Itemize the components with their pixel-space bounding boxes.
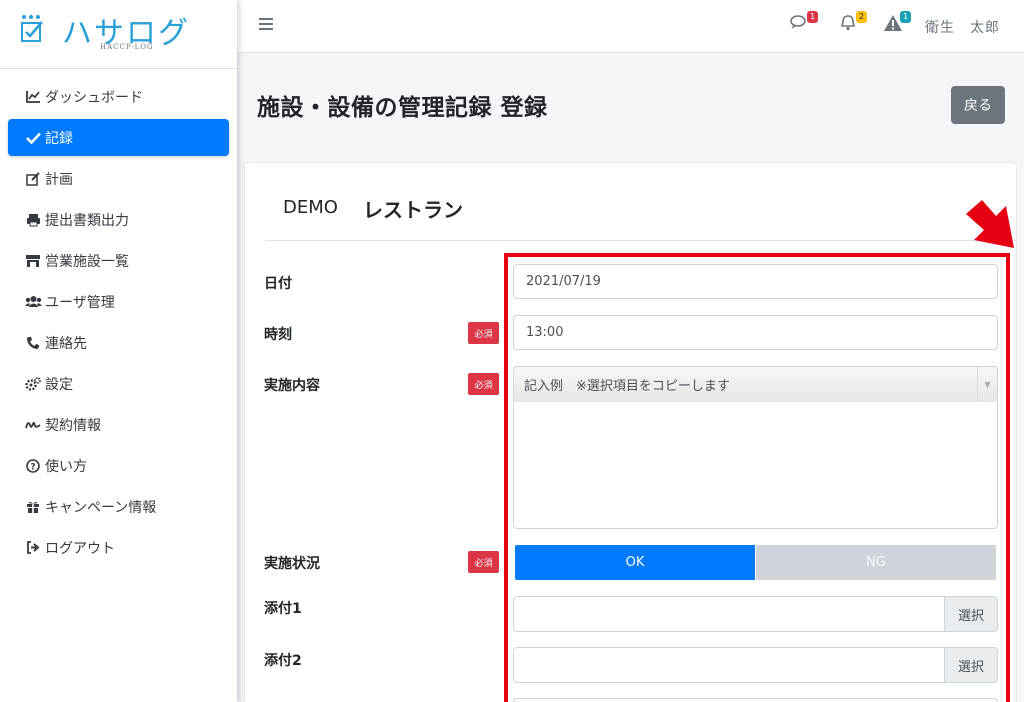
notifications-button[interactable]: 2 (839, 11, 867, 36)
sidebar-item-contacts[interactable]: 連絡先 (8, 324, 229, 361)
sidebar-nav: ダッシュボード 記録 計画 提出書類出力 営業施設一覧 ユーザ管理 連絡先 設定… (0, 69, 237, 566)
sidebar-item-label: 連絡先 (45, 335, 87, 352)
sidebar-item-logout[interactable]: ログアウト (8, 529, 229, 566)
attach1-browse-button[interactable]: 選択 (944, 597, 997, 631)
sidebar-item-label: 計画 (45, 171, 73, 188)
next-field-input[interactable] (513, 698, 998, 702)
sidebar-item-label: ユーザ管理 (45, 294, 115, 311)
logo-icon (21, 15, 43, 42)
sidebar-item-label: ログアウト (45, 540, 115, 557)
facility-code: DEMO (283, 197, 338, 218)
phone-icon (24, 335, 42, 351)
chevron-down-icon: ▼ (977, 367, 997, 402)
user-menu[interactable]: 衛生 太郎 (925, 17, 1000, 37)
question-circle-icon: ? (24, 458, 42, 474)
chart-line-icon (24, 89, 42, 105)
brand-subtitle: HACCP-LOG (100, 43, 154, 51)
bell-icon (840, 15, 856, 31)
sidebar-item-plan[interactable]: 計画 (8, 160, 229, 197)
edit-icon (24, 171, 42, 187)
date-input[interactable]: 2021/07/19 (513, 264, 998, 299)
card-header: DEMO レストラン (265, 163, 1017, 241)
sidebar-item-settings[interactable]: 設定 (8, 365, 229, 402)
brand[interactable]: ハサログ HACCP-LOG (0, 0, 237, 69)
sidebar-item-label: 提出書類出力 (45, 212, 129, 229)
notifications-badge: 2 (856, 11, 867, 23)
required-badge: 必須 (468, 322, 499, 344)
sidebar-item-records[interactable]: 記録 (8, 119, 229, 156)
attach1-label: 添付1 (264, 601, 302, 617)
sidebar-item-label: キャンペーン情報 (45, 499, 157, 516)
sidebar-item-contract[interactable]: 契約情報 (8, 406, 229, 443)
attach2-file-input[interactable]: 選択 (513, 647, 998, 683)
required-badge: 必須 (468, 551, 499, 573)
alerts-button[interactable]: 1 (883, 11, 911, 36)
sidebar-item-label: ダッシュボード (45, 89, 143, 106)
example-select[interactable]: 記入例 ※選択項目をコピーします ▼ (513, 366, 998, 403)
sidebar-item-label: 契約情報 (45, 417, 101, 434)
content-textarea[interactable] (513, 402, 998, 529)
status-ok-button[interactable]: OK (515, 545, 755, 580)
check-icon (24, 130, 42, 146)
content-label: 実施内容 (264, 378, 320, 394)
attach1-file-input[interactable]: 選択 (513, 596, 998, 632)
signature-icon (24, 417, 42, 433)
gears-icon (24, 376, 42, 392)
back-button[interactable]: 戻る (951, 86, 1005, 124)
sidebar-item-label: 使い方 (45, 458, 87, 475)
date-label: 日付 (264, 276, 292, 292)
hamburger-menu-icon[interactable] (259, 18, 273, 32)
sidebar-item-label: 営業施設一覧 (45, 253, 129, 270)
sidebar-item-howto[interactable]: ? 使い方 (8, 447, 229, 484)
status-ng-button[interactable]: NG (756, 545, 996, 580)
messages-badge: 1 (807, 11, 818, 23)
svg-text:?: ? (30, 462, 35, 472)
example-select-text: 記入例 ※選択項目をコピーします (524, 379, 730, 394)
sidebar-item-facilities[interactable]: 営業施設一覧 (8, 242, 229, 279)
page-title: 施設・設備の管理記録 登録 (257, 95, 548, 121)
sidebar-item-users[interactable]: ユーザ管理 (8, 283, 229, 320)
time-label: 時刻 (264, 327, 292, 343)
attach2-label: 添付2 (264, 653, 302, 669)
sidebar-item-campaign[interactable]: キャンペーン情報 (8, 488, 229, 525)
store-icon (24, 253, 42, 269)
facility-name: レストラン (363, 198, 463, 222)
topbar: 1 2 1 衛生 太郎 (237, 0, 1024, 53)
sidebar: ハサログ HACCP-LOG ダッシュボード 記録 計画 提出書類出力 営業施設… (0, 0, 237, 702)
status-label: 実施状況 (264, 556, 320, 572)
sidebar-item-dashboard[interactable]: ダッシュボード (8, 78, 229, 115)
users-icon (24, 294, 42, 310)
attach2-browse-button[interactable]: 選択 (944, 648, 997, 682)
print-icon (24, 212, 42, 228)
required-badge: 必須 (468, 373, 499, 395)
sidebar-item-label: 記録 (45, 130, 73, 147)
sidebar-item-label: 設定 (45, 376, 73, 393)
time-input[interactable]: 13:00 (513, 315, 998, 350)
gift-icon (24, 499, 42, 515)
messages-button[interactable]: 1 (790, 11, 818, 36)
sign-out-icon (24, 540, 42, 556)
alerts-badge: 1 (900, 11, 911, 23)
sidebar-item-documents[interactable]: 提出書類出力 (8, 201, 229, 238)
